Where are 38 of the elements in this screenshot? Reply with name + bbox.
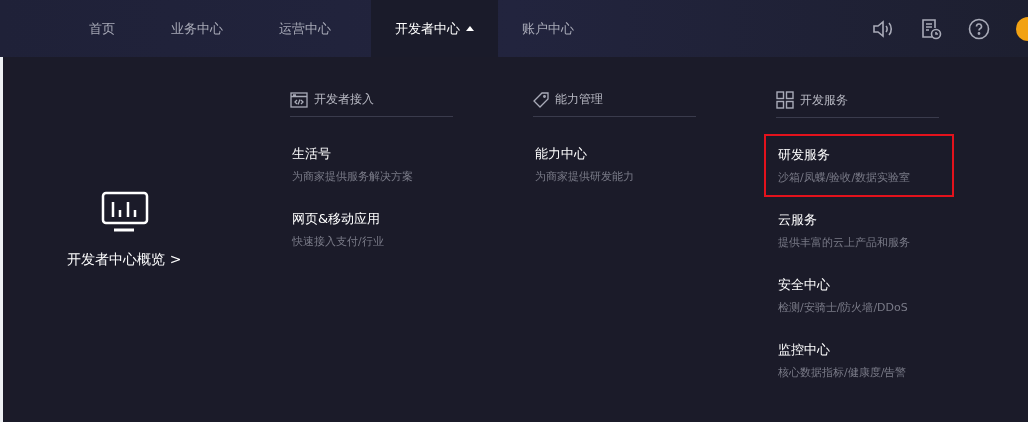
item-description: 沙箱/凤蝶/验收/数据实验室 <box>778 170 912 185</box>
nav-tab[interactable]: 账户中心 <box>506 0 590 57</box>
item-title: 安全中心 <box>778 276 831 294</box>
column-title: 开发者接入 <box>314 91 374 108</box>
item-description: 为商家提供服务解决方案 <box>292 169 414 184</box>
nav-tab[interactable]: 业务中心 <box>155 0 239 57</box>
grid-icon <box>776 91 794 109</box>
caret-up-icon <box>466 26 474 31</box>
menu-item[interactable]: 安全中心 检测/安骑士/防火墙/DDoS <box>764 264 954 327</box>
speaker-icon[interactable] <box>872 18 894 39</box>
item-description: 提供丰富的云上产品和服务 <box>778 235 911 250</box>
item-description: 检测/安骑士/防火墙/DDoS <box>778 300 909 315</box>
column-title: 能力管理 <box>555 91 603 108</box>
overview-link[interactable]: 开发者中心概览 > <box>67 250 182 269</box>
menu-item[interactable]: 研发服务 沙箱/凤蝶/验收/数据实验室 <box>764 134 954 197</box>
item-title: 生活号 <box>292 145 332 163</box>
menu-item[interactable]: 生活号 为商家提供服务解决方案 <box>278 133 468 196</box>
menu-item[interactable]: 网页&移动应用 快速接入支付/行业 <box>278 198 468 261</box>
menu-item[interactable]: 监控中心 核心数据指标/健康度/告警 <box>764 329 954 392</box>
nav-tab[interactable]: 开发者中心 <box>371 0 498 57</box>
tag-icon <box>533 91 549 108</box>
item-title: 研发服务 <box>778 146 831 164</box>
item-title: 网页&移动应用 <box>292 210 382 228</box>
monitor-chart-icon <box>100 190 149 233</box>
item-title: 监控中心 <box>778 341 831 359</box>
column-title: 开发服务 <box>800 91 848 109</box>
item-description: 核心数据指标/健康度/告警 <box>778 365 908 380</box>
document-clock-icon[interactable] <box>920 17 942 40</box>
code-window-icon <box>290 91 308 108</box>
help-icon[interactable] <box>968 17 990 40</box>
item-description: 为商家提供研发能力 <box>535 169 635 184</box>
item-description: 快速接入支付/行业 <box>292 234 385 249</box>
item-title: 云服务 <box>778 211 818 229</box>
item-title: 能力中心 <box>535 145 588 163</box>
nav-tab[interactable]: 运营中心 <box>263 0 347 57</box>
nav-tab[interactable]: 首页 <box>73 0 131 57</box>
menu-item[interactable]: 云服务 提供丰富的云上产品和服务 <box>764 199 954 262</box>
menu-item[interactable]: 能力中心 为商家提供研发能力 <box>521 133 711 196</box>
